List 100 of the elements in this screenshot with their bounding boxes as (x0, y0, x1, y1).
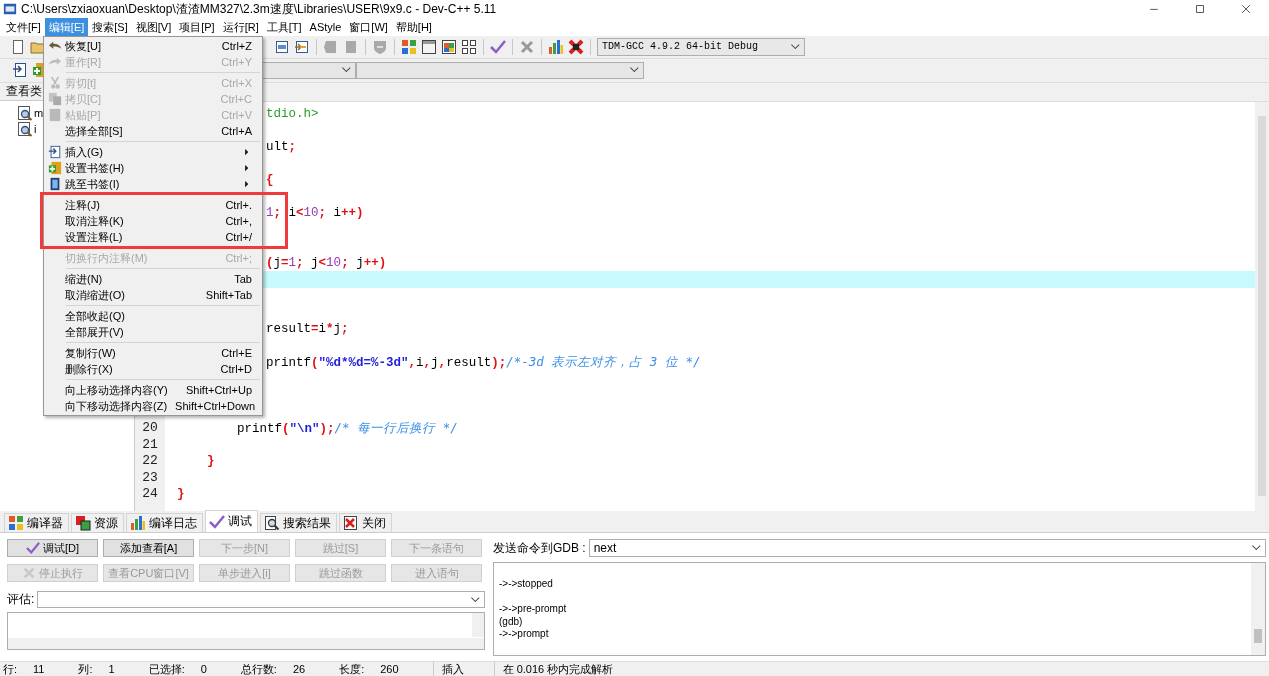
code-line: (j=1; j<10; j++) (266, 254, 387, 272)
menu-item[interactable]: 注释(J) Ctrl+. (44, 197, 262, 213)
bookmark-add-icon (47, 161, 62, 175)
status-text: 在 0.016 秒内完成解析 (493, 661, 644, 676)
line-number: 22 (142, 453, 158, 469)
menu-item[interactable]: 复制行(W) Ctrl+E (44, 345, 262, 361)
menu-item[interactable]: 向上移动选择内容(Y) Shift+Ctrl+Up (44, 382, 262, 398)
compiler-select[interactable]: TDM-GCC 4.9.2 64-bit Debug (597, 37, 805, 56)
insert-icon (12, 62, 28, 79)
scrollbar[interactable] (1255, 101, 1269, 512)
tiles-icon (8, 515, 24, 532)
code-line: } (207, 453, 215, 470)
panel-tab[interactable]: 调试 (205, 510, 258, 533)
debug-button[interactable]: 添加查看[A] (103, 539, 194, 558)
code-line: tdio.h> (266, 105, 319, 123)
menu-item[interactable]: 恢复[U] Ctrl+Z (44, 38, 262, 54)
code-line: { (266, 172, 274, 189)
status-value: 0 (200, 663, 207, 675)
menu-bar-item[interactable]: 视图[V] (131, 17, 176, 37)
menu-item[interactable]: 设置注释(L) Ctrl+/ (44, 229, 262, 245)
code-line: printf("\n");/* 每一行后换行 */ (237, 420, 458, 437)
menu-item[interactable]: 跳至书签(I) (44, 176, 262, 192)
menu-bar-item[interactable]: 运行[R] (218, 17, 263, 37)
check-icon (25, 541, 40, 556)
cross-icon (22, 566, 36, 581)
menu-bar-item[interactable]: 项目[P] (175, 17, 219, 37)
menu-item[interactable]: 插入(G) (44, 144, 262, 160)
status-value: 260 (380, 663, 399, 675)
new-file-icon (10, 38, 26, 55)
maximize-icon (1194, 3, 1206, 15)
code-line: 1; i<10; i++) (266, 205, 364, 222)
status-text: 长度: (339, 661, 365, 676)
grid-icon (461, 38, 477, 55)
check-icon (490, 38, 506, 55)
menu-item[interactable]: 设置书签(H) (44, 160, 262, 176)
command-field[interactable]: next (588, 539, 1266, 558)
panel-tab[interactable]: 编译日志 (126, 513, 203, 533)
menu-bar-item[interactable]: 工具[T] (262, 17, 306, 37)
check-icon (209, 513, 225, 530)
line-number: 24 (142, 486, 158, 502)
menu-item[interactable]: 全部收起(Q) (44, 308, 262, 324)
window-icon (421, 38, 437, 55)
code-line: } (177, 486, 185, 503)
menu-item[interactable]: 向下移动选择内容(Z) Shift+Ctrl+Down (44, 398, 262, 414)
status-text: 已选择: (148, 661, 185, 676)
tiles-icon (401, 38, 417, 55)
status-text: 插入 (432, 661, 494, 676)
menu-bar-item[interactable]: 窗口[W] (345, 17, 392, 37)
save-icon (294, 38, 310, 55)
close-icon (343, 515, 359, 532)
scrollbar[interactable] (8, 638, 484, 650)
menu-item[interactable]: 选择全部[S] Ctrl+A (44, 123, 262, 139)
line-number: 23 (142, 469, 158, 485)
tiles-window-icon (441, 38, 457, 55)
status-value: 26 (292, 663, 306, 675)
close-icon (1240, 3, 1252, 15)
cross-icon (519, 38, 535, 55)
window-title: C:\Users\zxiaoxuan\Desktop\渣渣MM327\2.3m速度\Libraries\USER\9x9.c - Dev-C++ 5.11 (21, 0, 497, 18)
arrow-block-icon (323, 38, 339, 55)
code-line: printf("%d*%d=%-3d",i,j,result);/*-3d 表示左对齐，占 3 位 */ (266, 354, 701, 371)
menu-bar-item[interactable]: 文件[F] (2, 17, 45, 37)
menu-item[interactable]: 全部展开(V) (44, 324, 262, 340)
field-label: 发送命令到GDB : (493, 539, 586, 557)
scrollbar[interactable] (1251, 563, 1265, 656)
tree-item[interactable]: i (34, 122, 37, 135)
status-text: 总行数: (240, 661, 277, 676)
line-number: 21 (142, 436, 158, 452)
line-number: 20 (142, 420, 158, 436)
app-icon (3, 2, 17, 16)
squares-icon (75, 515, 91, 532)
menu-bar-item[interactable]: 帮助[H] (391, 17, 436, 37)
tree-item[interactable]: m (34, 106, 44, 119)
evaluate-field[interactable] (37, 591, 485, 609)
field-label: 评估: (7, 591, 35, 609)
save-icon (274, 38, 290, 55)
cross-icon (568, 38, 584, 55)
code-line: ult; (266, 138, 297, 156)
menu-item[interactable]: 取消注释(K) Ctrl+, (44, 213, 262, 229)
bar-chart-icon (130, 515, 146, 532)
panel-tab[interactable]: 搜索结果 (260, 513, 337, 533)
status-text: 列: (78, 661, 93, 676)
menu-bar-item[interactable]: AStyle (305, 19, 346, 35)
status-text: 行: (3, 661, 18, 676)
menu-bar-item[interactable]: 搜索[S] (88, 17, 132, 37)
function-select[interactable] (356, 61, 644, 79)
menu-item[interactable]: 删除行(X) Ctrl+D (44, 361, 262, 377)
paste-icon (47, 108, 62, 122)
panel-tab[interactable]: 资源 (71, 513, 124, 533)
copy-icon (47, 92, 62, 106)
scrollbar[interactable] (472, 613, 484, 638)
panel-tab[interactable]: 关闭 (339, 513, 392, 533)
shield-icon (372, 38, 388, 55)
console-output: ->->stopped ->->pre-prompt (gdb) ->->prompt (499, 578, 567, 641)
debug-button[interactable]: 调试[D] (7, 539, 98, 558)
block-icon (343, 38, 359, 55)
menu-item[interactable]: 取消缩进(O) Shift+Tab (44, 287, 262, 303)
panel-tab[interactable]: 编译器 (4, 513, 69, 533)
status-value: 11 (33, 663, 45, 675)
code-line: result=i*j; (266, 320, 349, 338)
menu-item[interactable]: 缩进(N) Tab (44, 271, 262, 287)
